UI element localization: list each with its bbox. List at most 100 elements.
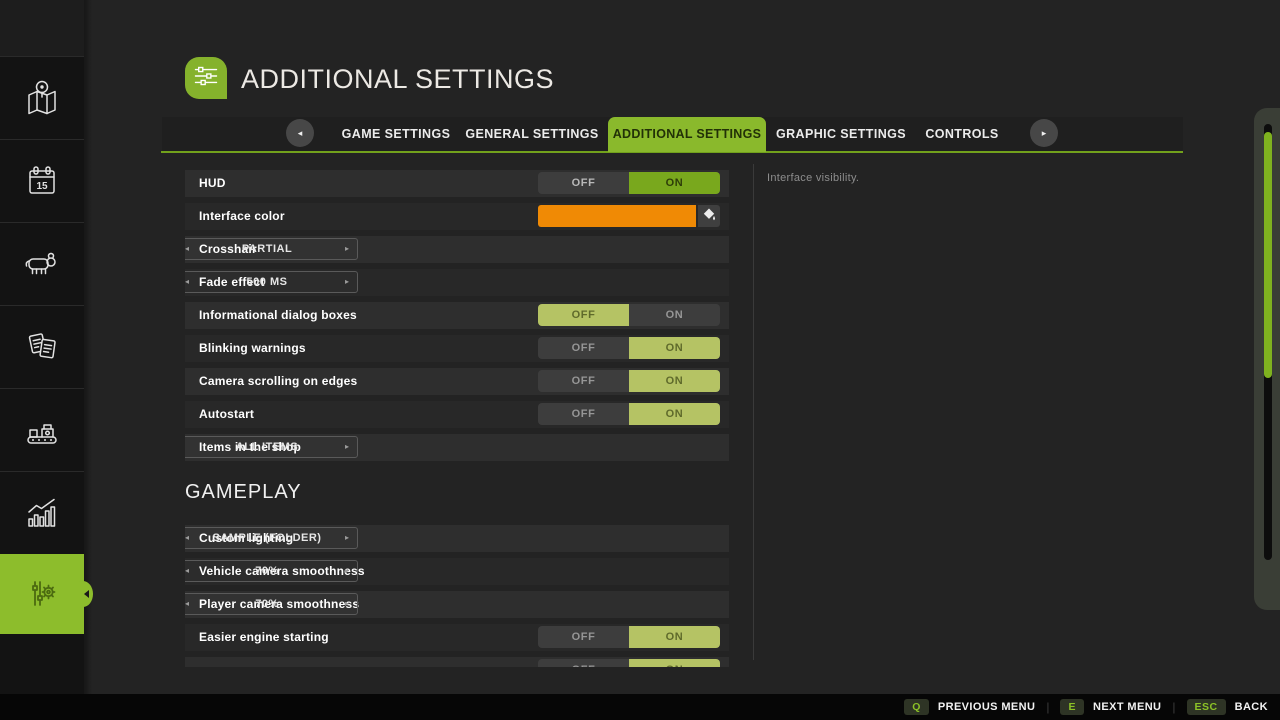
footer-separator: | (1046, 700, 1050, 714)
toggle-on-button[interactable]: ON (629, 304, 720, 326)
arrow-left-icon[interactable]: ◂ (185, 594, 189, 614)
sidebar-item-map[interactable] (0, 57, 84, 140)
map-icon (22, 78, 62, 118)
arrow-left-icon[interactable]: ◂ (185, 272, 189, 292)
page-icon-tile (185, 57, 227, 99)
custom-lighting-selector[interactable]: ◂ SAMPLE (FOLDER) ▸ (185, 527, 358, 549)
selector-value: 70% (255, 598, 279, 610)
sidebar-item-settings[interactable] (0, 554, 93, 634)
setting-row-interface-color: Interface color (185, 203, 729, 230)
selector-value: ALL ITEMS (235, 441, 299, 453)
setting-row-informational-dialog-boxes: Informational dialog boxes OFF ON (185, 302, 729, 329)
color-picker-button[interactable] (698, 205, 720, 227)
toggle-off-button[interactable]: OFF (538, 370, 629, 392)
settings-list: HUD OFF ON Interface color Crosshair ◂ P… (185, 154, 729, 667)
hud-toggle[interactable]: OFF ON (538, 172, 720, 194)
toggle-off-button[interactable]: OFF (538, 337, 629, 359)
production-icon (22, 410, 62, 450)
selector-value: SAMPLE (FOLDER) (212, 532, 322, 544)
tab-game-settings[interactable]: GAME SETTINGS (342, 117, 451, 152)
panel-divider (753, 164, 754, 660)
arrow-right-icon[interactable]: ▸ (345, 561, 349, 581)
calendar-day-number: 15 (36, 181, 48, 192)
footer-bar: Q PREVIOUS MENU | E NEXT MENU | ESC BACK (0, 694, 1280, 720)
tab-graphic-settings[interactable]: GRAPHIC SETTINGS (776, 117, 906, 152)
toggle-on-button[interactable]: ON (629, 659, 720, 667)
toggle-off-button[interactable]: OFF (538, 659, 629, 667)
toggle-off-button[interactable]: OFF (538, 626, 629, 648)
autostart-toggle[interactable]: OFF ON (538, 403, 720, 425)
toggle-off-button[interactable]: OFF (538, 172, 629, 194)
sliders-icon (189, 59, 223, 98)
toggle-on-button[interactable]: ON (629, 626, 720, 648)
interface-color-control[interactable] (538, 205, 720, 227)
toggle-off-button[interactable]: OFF (538, 304, 629, 326)
setting-row-blinking-warnings: Blinking warnings OFF ON (185, 335, 729, 362)
setting-label: HUD (199, 176, 226, 190)
arrow-right-icon[interactable]: ▸ (345, 239, 349, 259)
color-swatch[interactable] (538, 205, 696, 227)
key-badge-esc: ESC (1186, 699, 1226, 715)
sidebar-filler (0, 634, 84, 694)
informational-dialog-toggle[interactable]: OFF ON (538, 304, 720, 326)
footer-previous-menu[interactable]: Q PREVIOUS MENU (904, 699, 1035, 715)
sidebar-item-production[interactable] (0, 389, 84, 472)
statistics-icon (22, 493, 62, 533)
setting-label: Blinking warnings (199, 341, 306, 355)
arrow-left-icon: ◂ (297, 127, 303, 138)
tab-general-settings[interactable]: GENERAL SETTINGS (465, 117, 598, 152)
sidebar-item-statistics[interactable] (0, 472, 84, 555)
toggle-on-button[interactable]: ON (629, 370, 720, 392)
arrow-right-icon[interactable]: ▸ (345, 528, 349, 548)
setting-label: Informational dialog boxes (199, 308, 357, 322)
camera-scrolling-toggle[interactable]: OFF ON (538, 370, 720, 392)
setting-row-vehicle-camera-smoothness: Vehicle camera smoothness ◂ 70% ▸ (185, 558, 729, 585)
fade-effect-selector[interactable]: ◂ 500 MS ▸ (185, 271, 358, 293)
scrollbar-track[interactable] (1264, 124, 1272, 560)
sidebar-item-calendar[interactable]: 15 (0, 140, 84, 223)
footer-label: NEXT MENU (1093, 701, 1162, 713)
easier-engine-starting-toggle[interactable]: OFF ON (538, 626, 720, 648)
sidebar: 15 (0, 0, 93, 694)
scrollbar-thumb[interactable] (1264, 132, 1272, 378)
partial-row-toggle[interactable]: OFF ON (538, 659, 720, 667)
footer-label: BACK (1234, 701, 1268, 713)
sidebar-item-animals[interactable] (0, 223, 84, 306)
toggle-on-button[interactable]: ON (629, 172, 720, 194)
arrow-right-icon[interactable]: ▸ (345, 272, 349, 292)
tab-additional-settings[interactable]: ADDITIONAL SETTINGS (608, 117, 766, 152)
arrow-left-icon[interactable]: ◂ (185, 561, 189, 581)
tabs-next-button[interactable]: ▸ (1030, 119, 1058, 147)
setting-row-crosshair: Crosshair ◂ PARTIAL ▸ (185, 236, 729, 263)
footer-next-menu[interactable]: E NEXT MENU (1060, 699, 1161, 715)
arrow-left-icon[interactable]: ◂ (185, 528, 189, 548)
sidebar-spacer (0, 0, 84, 57)
tab-controls[interactable]: CONTROLS (925, 117, 998, 152)
arrow-right-icon[interactable]: ▸ (345, 594, 349, 614)
selector-value: PARTIAL (241, 243, 293, 255)
toggle-on-button[interactable]: ON (629, 337, 720, 359)
toggle-off-button[interactable]: OFF (538, 403, 629, 425)
setting-row-player-camera-smoothness: Player camera smoothness ◂ 70% ▸ (185, 591, 729, 618)
notch-arrow-icon (84, 590, 89, 598)
page-title: ADDITIONAL SETTINGS (241, 64, 555, 94)
vehicle-camera-smoothness-selector[interactable]: ◂ 70% ▸ (185, 560, 358, 582)
arrow-right-icon[interactable]: ▸ (345, 437, 349, 457)
scrollbar (1254, 108, 1280, 610)
contracts-icon (22, 327, 62, 367)
footer-back[interactable]: ESC BACK (1186, 699, 1268, 715)
setting-label: Easier engine starting (199, 630, 329, 644)
sidebar-item-contracts[interactable] (0, 306, 84, 389)
blinking-warnings-toggle[interactable]: OFF ON (538, 337, 720, 359)
arrow-left-icon[interactable]: ◂ (185, 239, 189, 259)
setting-label: Camera scrolling on edges (199, 374, 358, 388)
setting-row-easier-engine-starting: Easier engine starting OFF ON (185, 624, 729, 651)
key-badge-e: E (1060, 699, 1084, 715)
toggle-on-button[interactable]: ON (629, 403, 720, 425)
items-in-shop-selector[interactable]: ◂ ALL ITEMS ▸ (185, 436, 358, 458)
paint-fill-icon (702, 207, 716, 226)
player-camera-smoothness-selector[interactable]: ◂ 70% ▸ (185, 593, 358, 615)
tabs-prev-button[interactable]: ◂ (286, 119, 314, 147)
crosshair-selector[interactable]: ◂ PARTIAL ▸ (185, 238, 358, 260)
footer-label: PREVIOUS MENU (937, 701, 1036, 713)
